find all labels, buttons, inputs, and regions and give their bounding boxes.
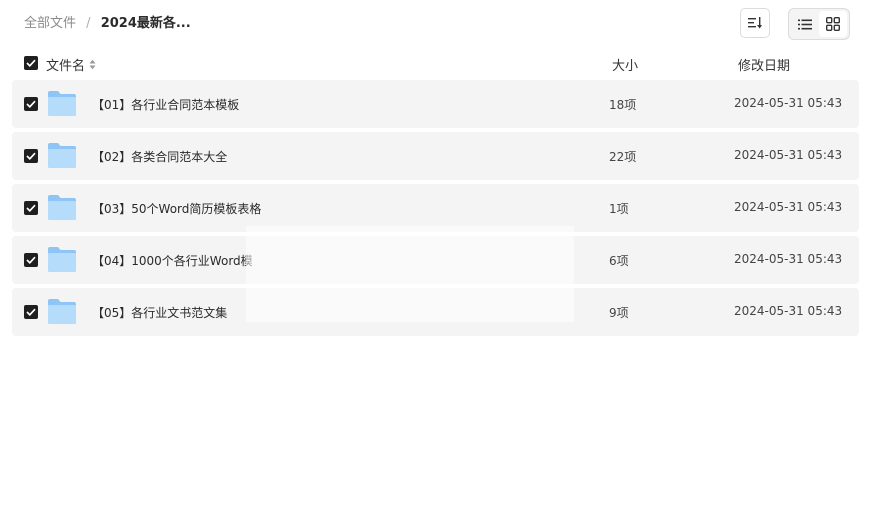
file-date: 2024-05-31 05:43 — [734, 148, 843, 162]
checkmark-icon — [26, 152, 36, 160]
checkmark-icon — [26, 256, 36, 264]
file-date: 2024-05-31 05:43 — [734, 200, 843, 214]
checkmark-icon — [26, 204, 36, 212]
column-header-name-label: 文件名 — [46, 59, 86, 74]
list-view-icon — [798, 19, 812, 29]
list-view-button[interactable] — [791, 11, 819, 37]
folder-icon — [48, 91, 76, 116]
table-header: 文件名 大小 修改日期 — [0, 50, 874, 78]
column-header-date[interactable]: 修改日期 — [738, 55, 790, 74]
top-bar: 全部文件 / 2024最新各... — [0, 0, 874, 48]
file-size: 18项 — [609, 98, 637, 112]
row-checkbox[interactable] — [24, 97, 38, 111]
breadcrumb: 全部文件 / 2024最新各... — [24, 14, 191, 34]
grid-view-icon — [826, 17, 840, 31]
file-name[interactable]: 【03】50个Word简历模板表格 — [92, 200, 261, 217]
file-name[interactable]: 【05】各行业文书范文集 — [92, 304, 227, 321]
file-list: 【01】各行业合同范本模板 18项 2024-05-31 05:43 【02】各… — [12, 80, 859, 340]
checkmark-icon — [26, 100, 36, 108]
sort-icon — [748, 17, 762, 29]
file-row[interactable]: 【02】各类合同范本大全 22项 2024-05-31 05:43 — [12, 132, 859, 180]
column-header-size[interactable]: 大小 — [612, 55, 638, 74]
select-all-checkbox[interactable] — [24, 56, 38, 70]
file-name[interactable]: 【02】各类合同范本大全 — [92, 148, 227, 165]
row-checkbox[interactable] — [24, 201, 38, 215]
file-date: 2024-05-31 05:43 — [734, 252, 843, 266]
checkmark-icon — [26, 308, 36, 316]
file-date: 2024-05-31 05:43 — [734, 304, 843, 318]
sort-button[interactable] — [740, 8, 770, 38]
file-size: 6项 — [609, 254, 629, 268]
folder-icon — [48, 143, 76, 168]
file-row[interactable]: 【05】各行业文书范文集 9项 2024-05-31 05:43 — [12, 288, 859, 336]
file-row[interactable]: 【01】各行业合同范本模板 18项 2024-05-31 05:43 — [12, 80, 859, 128]
view-toggle — [788, 8, 850, 40]
folder-icon — [48, 247, 76, 272]
folder-icon — [48, 195, 76, 220]
file-size: 1项 — [609, 202, 629, 216]
row-checkbox[interactable] — [24, 305, 38, 319]
folder-icon — [48, 299, 76, 324]
breadcrumb-root-link[interactable]: 全部文件 — [24, 16, 76, 31]
file-date: 2024-05-31 05:43 — [734, 96, 843, 110]
file-row[interactable]: 【03】50个Word简历模板表格 1项 2024-05-31 05:43 — [12, 184, 859, 232]
breadcrumb-current: 2024最新各... — [100, 16, 191, 31]
sort-caret-icon — [89, 59, 96, 70]
file-row[interactable]: 【04】1000个各行业Word模 6项 2024-05-31 05:43 — [12, 236, 859, 284]
file-size: 22项 — [609, 150, 637, 164]
file-name[interactable]: 【04】1000个各行业Word模 — [92, 252, 253, 269]
grid-view-button[interactable] — [819, 11, 847, 37]
breadcrumb-separator: / — [86, 16, 91, 31]
column-header-name[interactable]: 文件名 — [46, 55, 96, 74]
file-size: 9项 — [609, 306, 629, 320]
file-name[interactable]: 【01】各行业合同范本模板 — [92, 96, 239, 113]
checkmark-icon — [26, 59, 36, 67]
row-checkbox[interactable] — [24, 149, 38, 163]
row-checkbox[interactable] — [24, 253, 38, 267]
